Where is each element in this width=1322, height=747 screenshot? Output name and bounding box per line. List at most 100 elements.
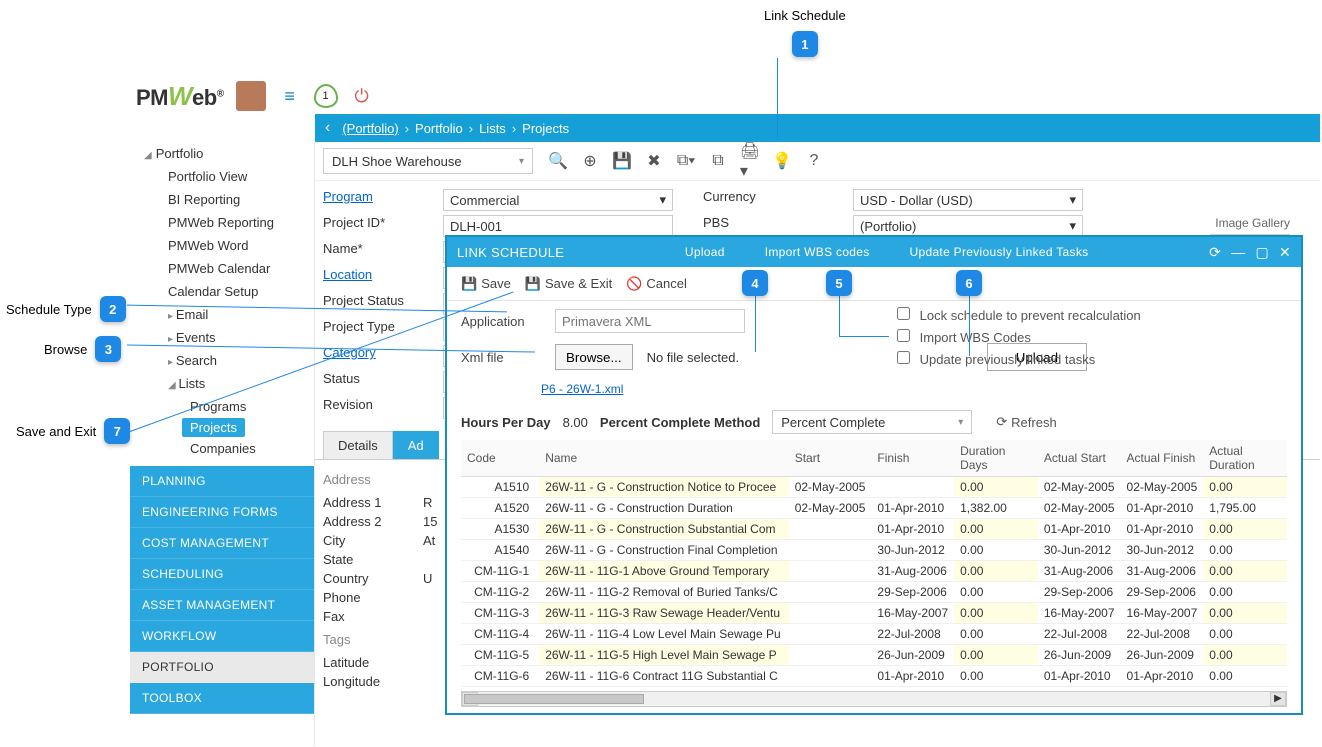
save-icon[interactable]: 💾 xyxy=(611,150,633,172)
nav-programs[interactable]: Programs xyxy=(130,395,314,418)
table-row[interactable]: CM-11G-126W-11 - 11G-1 Above Ground Temp… xyxy=(461,561,1287,582)
modal-options: Lock schedule to prevent recalculation I… xyxy=(897,305,1141,371)
modal-save-exit-button[interactable]: 💾 Save & Exit xyxy=(525,276,612,292)
field-program[interactable]: Commercial▾ xyxy=(443,189,673,211)
callout-1: Link Schedule 1 xyxy=(764,8,846,57)
field-projectid[interactable]: DLH-001 xyxy=(443,215,673,237)
modal-cancel-button[interactable]: 🚫 Cancel xyxy=(626,276,687,292)
chk-lock[interactable]: Lock schedule to prevent recalculation xyxy=(897,305,1141,327)
mod-asset[interactable]: ASSET MANAGEMENT xyxy=(130,590,314,621)
nav-events[interactable]: Events xyxy=(130,326,314,349)
callout-5-badge: 5 xyxy=(826,270,852,296)
maximize-icon[interactable]: ▢ xyxy=(1255,244,1269,261)
close-icon[interactable]: ✕ xyxy=(1279,244,1291,261)
table-row[interactable]: CM-11G-326W-11 - 11G-3 Raw Sewage Header… xyxy=(461,603,1287,624)
ann-import: Import WBS codes xyxy=(765,245,870,259)
mod-eng-forms[interactable]: ENGINEERING FORMS xyxy=(130,497,314,528)
search-icon[interactable]: 🔍 xyxy=(547,150,569,172)
breadcrumb-back-icon[interactable]: ‹ xyxy=(325,119,330,137)
ann-update: Update Previously Linked Tasks xyxy=(910,245,1089,259)
link-schedule-modal: LINK SCHEDULE Upload Import WBS codes Up… xyxy=(445,235,1303,715)
nav-email[interactable]: Email xyxy=(130,303,314,326)
tab-add[interactable]: Ad xyxy=(393,431,439,459)
mod-planning[interactable]: PLANNING xyxy=(130,466,314,497)
lbl-pcm: Percent Complete Method xyxy=(600,415,760,430)
lbl-hpd: Hours Per Day xyxy=(461,415,551,430)
power-icon[interactable]: ⏻ xyxy=(350,86,374,107)
link-schedule-icon[interactable]: ⧉ xyxy=(707,150,729,172)
tasks-table: Code Name Start Finish Duration Days Act… xyxy=(461,440,1287,687)
help-icon[interactable]: ? xyxy=(803,150,825,172)
idea-icon[interactable]: 💡 xyxy=(771,150,793,172)
pcm-dropdown[interactable]: Percent Complete▾ xyxy=(772,410,972,434)
callout-2: Schedule Type 2 xyxy=(6,296,126,322)
modal-toolbar: 💾 Save 💾 Save & Exit 🚫 Cancel xyxy=(447,267,1301,301)
callout-4-badge: 4 xyxy=(742,270,768,296)
refresh-icon[interactable]: ⟳ xyxy=(1209,244,1221,261)
table-row[interactable]: A153026W-11 - G - Construction Substanti… xyxy=(461,519,1287,540)
chk-import-wbs[interactable]: Import WBS Codes xyxy=(897,327,1141,349)
nav-lists[interactable]: Lists xyxy=(130,372,314,395)
browse-button[interactable]: Browse... xyxy=(555,344,633,370)
nav-pmweb-reporting[interactable]: PMWeb Reporting xyxy=(130,211,314,234)
lbl-program[interactable]: Program xyxy=(323,189,413,211)
nav-portfolio-view[interactable]: Portfolio View xyxy=(130,165,314,188)
logo: PMWeb® xyxy=(136,81,224,112)
table-row[interactable]: A152026W-11 - G - Construction Duration0… xyxy=(461,498,1287,519)
horizontal-scrollbar[interactable]: ◀▶ xyxy=(461,691,1287,707)
table-row[interactable]: A154026W-11 - G - Construction Final Com… xyxy=(461,540,1287,561)
breadcrumb: ‹ (Portfolio) › Portfolio › Lists › Proj… xyxy=(315,114,1320,142)
lbl-category[interactable]: Category xyxy=(323,345,413,367)
nav-pmweb-calendar[interactable]: PMWeb Calendar xyxy=(130,257,314,280)
crumb-3[interactable]: Projects xyxy=(522,121,569,136)
minimize-icon[interactable]: — xyxy=(1231,244,1245,261)
table-row[interactable]: CM-11G-226W-11 - 11G-2 Removal of Buried… xyxy=(461,582,1287,603)
lbl-pbs: PBS xyxy=(703,215,823,237)
nav-projects[interactable]: Projects xyxy=(182,418,245,437)
crumb-2[interactable]: Lists xyxy=(479,121,506,136)
field-currency[interactable]: USD - Dollar (USD)▾ xyxy=(853,189,1083,211)
nav-calendar-setup[interactable]: Calendar Setup xyxy=(130,280,314,303)
chk-update-prev[interactable]: Update previously linked tasks xyxy=(897,349,1141,371)
mod-scheduling[interactable]: SCHEDULING xyxy=(130,559,314,590)
lbl-projectid: Project ID* xyxy=(323,215,413,237)
modal-header: LINK SCHEDULE Upload Import WBS codes Up… xyxy=(447,237,1301,267)
field-pbs[interactable]: (Portfolio)▾ xyxy=(853,215,1083,237)
new-icon[interactable]: ⊕ xyxy=(579,150,601,172)
crumb-root[interactable]: (Portfolio) xyxy=(342,121,398,136)
shield-icon[interactable]: 1 xyxy=(314,84,338,108)
val-hpd: 8.00 xyxy=(563,415,588,430)
xml-file-link[interactable]: P6 - 26W-1.xml xyxy=(541,382,623,396)
lbl-currency: Currency xyxy=(703,189,823,211)
project-selector[interactable]: DLH Shoe Warehouse▾ xyxy=(323,148,533,174)
copy-icon[interactable]: ⧉▾ xyxy=(675,150,697,172)
delete-icon[interactable]: ✖ xyxy=(643,150,665,172)
nav-portfolio[interactable]: Portfolio xyxy=(130,142,314,165)
modal-save-button[interactable]: 💾 Save xyxy=(461,276,511,292)
application-input[interactable] xyxy=(555,309,745,333)
lbl-location[interactable]: Location xyxy=(323,267,413,289)
crumb-1[interactable]: Portfolio xyxy=(415,121,463,136)
nav-search[interactable]: Search xyxy=(130,349,314,372)
avatar[interactable] xyxy=(236,81,266,111)
print-icon[interactable]: 🖨▾ xyxy=(739,150,761,172)
mod-portfolio[interactable]: PORTFOLIO xyxy=(130,652,314,683)
tab-details[interactable]: Details xyxy=(323,431,393,459)
lbl-type: Project Type xyxy=(323,319,413,341)
lbl-name: Name* xyxy=(323,241,413,263)
table-row[interactable]: CM-11G-526W-11 - 11G-5 High Level Main S… xyxy=(461,645,1287,666)
menu-icon[interactable]: ≡ xyxy=(278,86,302,107)
nav-companies[interactable]: Companies xyxy=(130,437,314,460)
nofile-text: No file selected. xyxy=(647,350,740,365)
ann-upload: Upload xyxy=(685,245,725,259)
table-row[interactable]: CM-11G-426W-11 - 11G-4 Low Level Main Se… xyxy=(461,624,1287,645)
table-row[interactable]: CM-11G-626W-11 - 11G-6 Contract 11G Subs… xyxy=(461,666,1287,687)
mod-cost[interactable]: COST MANAGEMENT xyxy=(130,528,314,559)
nav-pmweb-word[interactable]: PMWeb Word xyxy=(130,234,314,257)
mod-toolbox[interactable]: TOOLBOX xyxy=(130,683,314,714)
refresh-button[interactable]: ⟳ Refresh xyxy=(996,414,1056,430)
nav-bi-reporting[interactable]: BI Reporting xyxy=(130,188,314,211)
table-row[interactable]: A151026W-11 - G - Construction Notice to… xyxy=(461,477,1287,498)
mod-workflow[interactable]: WORKFLOW xyxy=(130,621,314,652)
image-gallery-label: Image Gallery xyxy=(1215,216,1290,230)
